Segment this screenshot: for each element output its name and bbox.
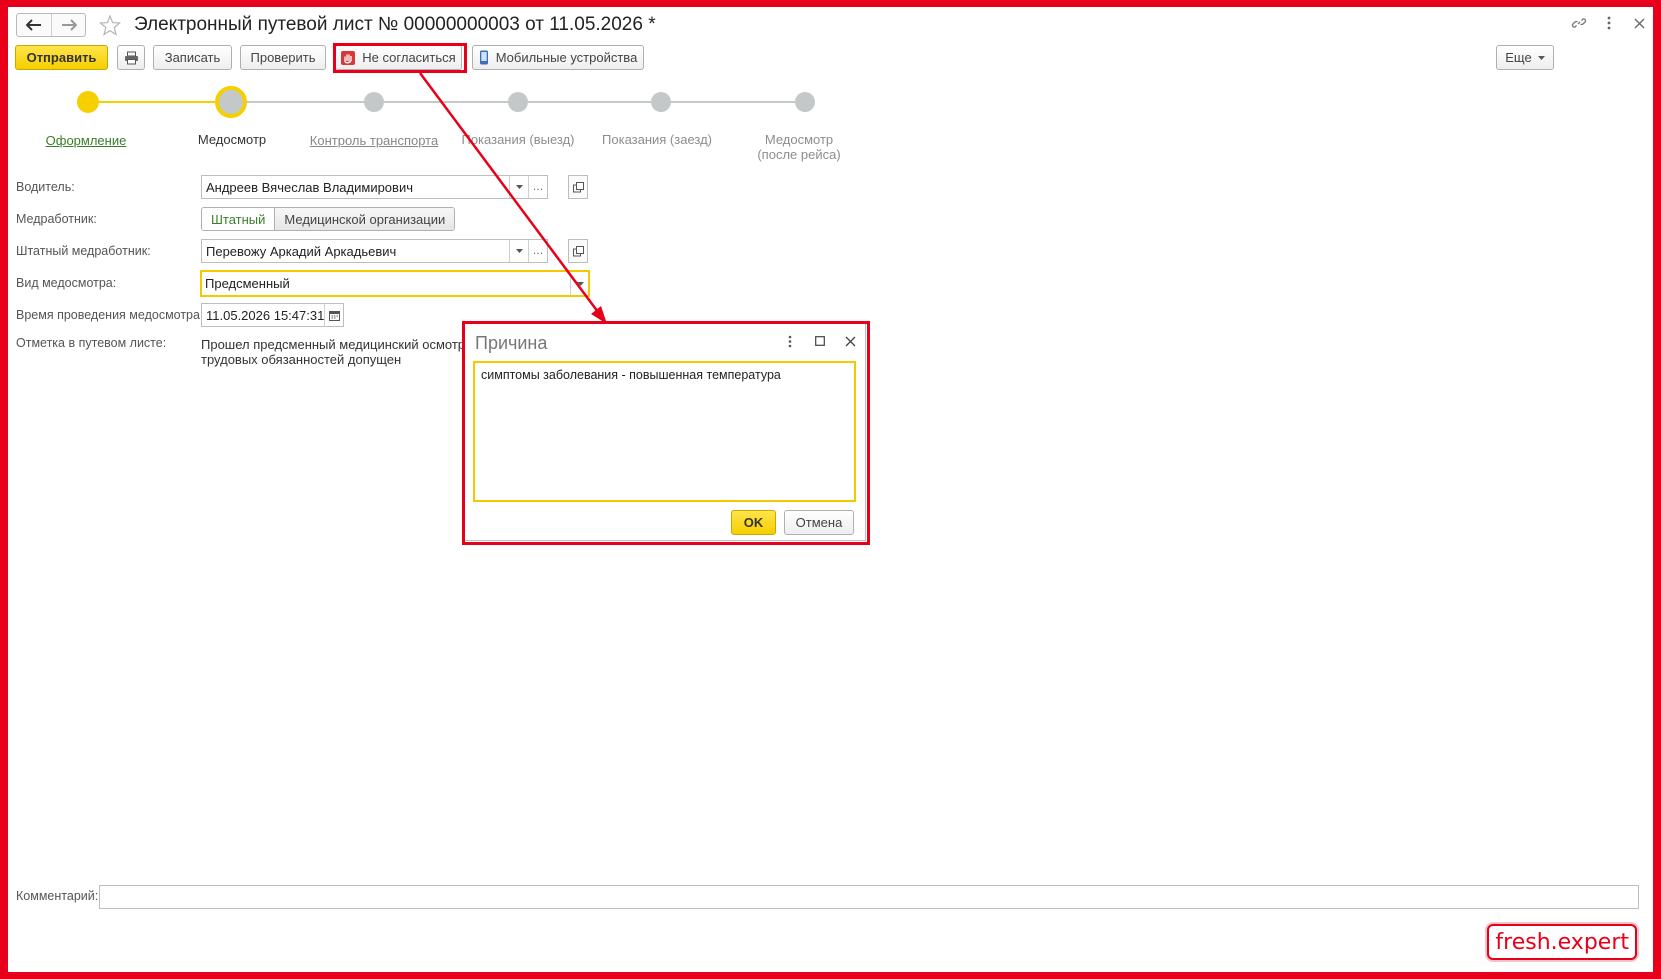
step-label-readings-in: Показания (заезд): [602, 132, 712, 147]
driver-field[interactable]: Андреев Вячеслав Владимирович …: [201, 175, 548, 199]
step-dot-readings-out[interactable]: [508, 92, 528, 112]
chevron-down-icon: [576, 281, 584, 286]
chevron-down-icon: [515, 185, 523, 189]
close-icon[interactable]: [1631, 15, 1647, 31]
open-window-icon: [572, 245, 584, 256]
mobile-devices-label: Мобильные устройства: [495, 50, 638, 65]
title-tools: [1571, 15, 1647, 31]
open-window-icon: [572, 181, 584, 192]
disagree-label: Не согласиться: [362, 50, 456, 65]
arrow-head: [591, 306, 607, 324]
note-text: Прошел предсменный медицинский осмотр, к…: [201, 337, 478, 367]
close-icon[interactable]: [843, 334, 857, 348]
driver-open-button[interactable]: [568, 175, 588, 199]
step-label-readings-out: Показания (выезд): [461, 132, 575, 147]
document-window: Электронный путевой лист № 00000000003 о…: [8, 7, 1653, 972]
favorite-star-icon[interactable]: [98, 14, 122, 39]
reason-textarea[interactable]: симптомы заболевания - повышенная темпер…: [473, 361, 856, 502]
nav-buttons: [16, 13, 86, 37]
driver-select-button[interactable]: …: [528, 176, 547, 198]
comment-input[interactable]: [99, 885, 1639, 909]
mobile-devices-button[interactable]: Мобильные устройства: [472, 45, 644, 70]
note-line-2: трудовых обязанностей допущен: [201, 352, 402, 367]
chevron-down-icon: [1537, 55, 1545, 60]
command-bar: Отправить Записать Проверить Не согласит…: [15, 45, 1645, 71]
ok-button[interactable]: OK: [731, 510, 776, 535]
process-stepper: Оформление Медосмотр Контроль транспорта…: [8, 85, 908, 175]
title-bar: Электронный путевой лист № 00000000003 о…: [8, 7, 1653, 43]
more-label: Еще: [1505, 50, 1532, 65]
exam-type-field[interactable]: Предсменный: [200, 270, 590, 297]
exam-time-field[interactable]: 11.05.2026 15:47:31: [201, 303, 344, 327]
staff-medic-select-button[interactable]: …: [528, 240, 547, 262]
more-vertical-icon[interactable]: [783, 334, 797, 348]
arrow-left-icon: [26, 19, 41, 31]
step-dot-registration[interactable]: [77, 91, 99, 113]
staff-medic-dropdown-button[interactable]: [509, 240, 528, 262]
comment-label: Комментарий:: [16, 889, 99, 903]
calendar-button[interactable]: [324, 304, 343, 326]
staff-medic-label: Штатный медработник:: [16, 244, 151, 258]
step-label-medexam: Медосмотр: [197, 132, 267, 147]
staff-medic-open-button[interactable]: [568, 239, 588, 263]
exam-type-dropdown-button[interactable]: [570, 272, 589, 295]
step-label-registration[interactable]: Оформление: [11, 133, 161, 148]
step-label-transport[interactable]: Контроль транспорта: [299, 133, 449, 148]
medic-type-toggle: Штатный Медицинской организации: [201, 207, 456, 231]
medic-option-organization[interactable]: Медицинской организации: [274, 208, 455, 230]
note-line-1: Прошел предсменный медицинский осмотр, к: [201, 337, 478, 352]
cancel-button[interactable]: Отмена: [784, 510, 854, 535]
step-label-post-exam: Медосмотр (после рейса): [757, 132, 841, 162]
send-button[interactable]: Отправить: [15, 45, 108, 70]
driver-dropdown-button[interactable]: [509, 176, 528, 198]
chevron-down-icon: [515, 249, 523, 253]
check-button[interactable]: Проверить: [240, 45, 326, 70]
reason-dialog: Причина симптомы заболевания - повышенна…: [464, 323, 866, 541]
more-vertical-icon[interactable]: [1601, 15, 1617, 31]
link-icon[interactable]: [1571, 15, 1587, 31]
medic-option-staff[interactable]: Штатный: [202, 208, 275, 230]
staff-medic-value: Перевожу Аркадий Аркадьевич: [206, 243, 397, 259]
staff-medic-field[interactable]: Перевожу Аркадий Аркадьевич …: [201, 239, 548, 263]
step-connector-done: [88, 101, 231, 103]
disagree-button[interactable]: Не согласиться: [335, 45, 462, 70]
driver-label: Водитель:: [16, 180, 75, 194]
more-button[interactable]: Еще: [1496, 45, 1554, 70]
mobile-phone-icon: [479, 50, 489, 65]
step-dot-transport[interactable]: [364, 92, 384, 112]
save-button[interactable]: Записать: [153, 45, 232, 70]
dialog-tools: [783, 334, 857, 348]
print-button[interactable]: [117, 45, 145, 70]
printer-icon: [124, 51, 138, 64]
step-dot-post-exam[interactable]: [795, 92, 815, 112]
forward-button[interactable]: [51, 14, 85, 36]
driver-value: Андреев Вячеслав Владимирович: [206, 179, 413, 195]
exam-type-label: Вид медосмотра:: [16, 276, 117, 290]
watermark-badge: fresh.expert: [1487, 924, 1637, 960]
hand-stop-icon: [341, 50, 356, 65]
exam-time-label: Время проведения медосмотра:: [16, 308, 204, 322]
exam-time-value: 11.05.2026 15:47:31: [206, 307, 324, 323]
note-label: Отметка в путевом листе:: [16, 336, 167, 350]
step-dot-medexam[interactable]: [215, 86, 247, 118]
step-dot-readings-in[interactable]: [651, 92, 671, 112]
exam-type-value: Предсменный: [205, 276, 290, 291]
back-button[interactable]: [17, 14, 51, 36]
page-title: Электронный путевой лист № 00000000003 о…: [134, 14, 656, 35]
dialog-title: Причина: [475, 333, 548, 353]
calendar-icon: [328, 310, 340, 321]
maximize-icon[interactable]: [813, 334, 827, 348]
medic-label: Медработник:: [16, 212, 97, 226]
arrow-right-icon: [61, 19, 77, 31]
